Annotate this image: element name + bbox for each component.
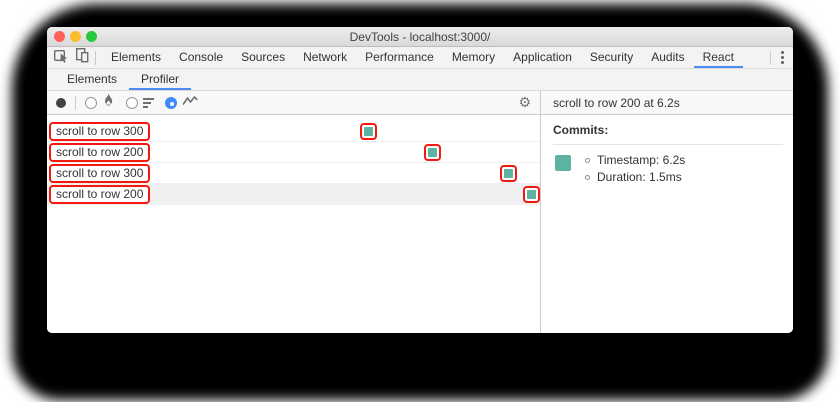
commit-square-icon	[527, 190, 536, 199]
flamegraph-radio[interactable]	[85, 96, 97, 109]
toolbar-divider	[75, 95, 76, 110]
tab-performance[interactable]: Performance	[356, 47, 443, 68]
tab-application[interactable]: Application	[504, 47, 581, 68]
commit-marker[interactable]	[500, 165, 517, 182]
interaction-row[interactable]: scroll to row 200	[47, 184, 540, 205]
commit-marker[interactable]	[523, 186, 540, 203]
profiler-toolbar: ⚙	[47, 91, 540, 115]
subtab-elements[interactable]: Elements	[55, 69, 129, 90]
tab-sources[interactable]: Sources	[232, 47, 294, 68]
commit-marker[interactable]	[424, 144, 441, 161]
tab-react[interactable]: React	[693, 47, 743, 68]
tab-security[interactable]: Security	[581, 47, 642, 68]
flamegraph-icon	[102, 93, 115, 112]
interaction-row[interactable]: scroll to row 300	[47, 121, 540, 142]
interaction-label[interactable]: scroll to row 300	[49, 163, 151, 183]
tab-network[interactable]: Network	[294, 47, 356, 68]
ranked-radio[interactable]	[126, 96, 138, 109]
commit-entry[interactable]: Timestamp: 6.2s Duration: 1.5ms	[553, 153, 783, 184]
view-option-interactions[interactable]	[165, 94, 198, 112]
devtools-window: DevTools - localhost:3000/ Elements Conso…	[47, 27, 793, 333]
view-option-ranked[interactable]	[126, 96, 154, 109]
commit-square-icon	[504, 169, 513, 178]
device-toolbar-icon[interactable]	[74, 47, 90, 68]
selected-interaction-header: scroll to row 200 at 6.2s	[541, 91, 793, 115]
zoom-window-icon[interactable]	[86, 31, 97, 42]
interactions-panel: ⚙ scroll to row 300 scroll to row 200 scro…	[47, 91, 541, 333]
commit-square-icon	[428, 148, 437, 157]
toolbar-divider	[770, 50, 771, 65]
titlebar: DevTools - localhost:3000/	[47, 27, 793, 47]
sidebar-divider	[553, 144, 783, 145]
commit-marker[interactable]	[360, 123, 377, 140]
subtab-profiler[interactable]: Profiler	[129, 69, 192, 90]
interactions-list: scroll to row 300 scroll to row 200 scroll…	[47, 115, 540, 333]
tab-console[interactable]: Console	[170, 47, 232, 68]
traffic-lights	[54, 27, 97, 46]
interactions-radio[interactable]	[165, 96, 177, 109]
commits-heading: Commits:	[553, 123, 609, 137]
ranked-chart-icon	[143, 97, 154, 108]
toolbar-divider	[95, 50, 96, 65]
settings-gear-icon[interactable]: ⚙	[518, 96, 531, 110]
commit-color-swatch-icon	[555, 155, 571, 171]
interaction-row[interactable]: scroll to row 300	[47, 163, 540, 184]
interaction-label[interactable]: scroll to row 200	[49, 184, 151, 204]
inspect-element-icon[interactable]	[53, 47, 69, 68]
tab-elements[interactable]: Elements	[102, 47, 170, 68]
tab-audits[interactable]: Audits	[642, 47, 693, 68]
commit-timestamp: Timestamp: 6.2s	[585, 153, 685, 167]
devtools-tabbar-tabs: Elements Console Sources Network Performance…	[102, 47, 770, 68]
interactions-chart-icon	[182, 94, 198, 112]
selected-interaction-title: scroll to row 200 at 6.2s	[553, 95, 680, 110]
tab-memory[interactable]: Memory	[443, 47, 504, 68]
interaction-label[interactable]: scroll to row 200	[49, 142, 151, 162]
more-options-icon[interactable]	[779, 49, 786, 66]
minimize-window-icon[interactable]	[70, 31, 81, 42]
commit-duration: Duration: 1.5ms	[585, 170, 685, 184]
interaction-row[interactable]: scroll to row 200	[47, 142, 540, 163]
profiler-main: ⚙ scroll to row 300 scroll to row 200 scro…	[47, 91, 793, 333]
react-subtabbar: Elements Profiler	[47, 69, 793, 91]
record-button[interactable]	[56, 97, 66, 108]
window-title: DevTools - localhost:3000/	[349, 29, 491, 44]
interaction-label[interactable]: scroll to row 300	[49, 121, 151, 141]
commit-details-panel: scroll to row 200 at 6.2s Commits: Times…	[541, 91, 793, 333]
commit-square-icon	[364, 127, 373, 136]
sidebar-commit-list: Timestamp: 6.2s Duration: 1.5ms	[553, 153, 783, 184]
bullet-icon	[585, 174, 590, 180]
view-option-flamegraph[interactable]	[85, 93, 115, 112]
close-window-icon[interactable]	[54, 31, 65, 42]
bullet-icon	[585, 157, 590, 163]
devtools-tabbar: Elements Console Sources Network Performance…	[47, 47, 793, 69]
